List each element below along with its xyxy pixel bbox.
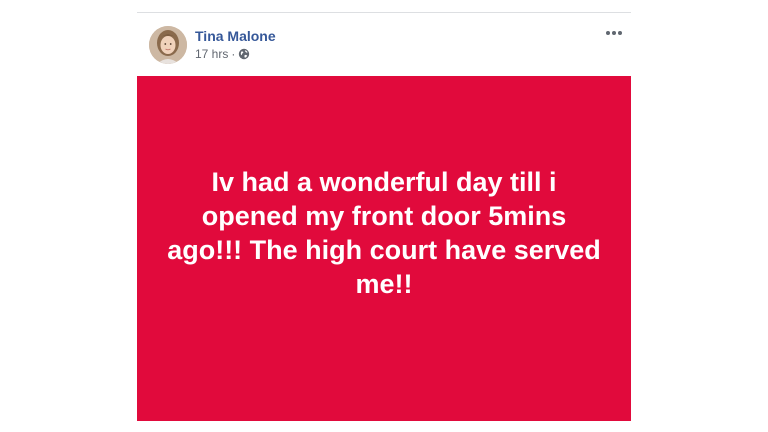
avatar[interactable]	[149, 26, 187, 64]
timestamp-link[interactable]: 17 hrs	[195, 47, 228, 61]
page: Tina Malone 17 hrs · Iv had a wonderful …	[0, 0, 768, 432]
meta-separator: ·	[231, 47, 236, 61]
author-name[interactable]: Tina Malone	[195, 28, 276, 44]
more-options-icon	[606, 31, 622, 35]
facebook-post: Tina Malone 17 hrs · Iv had a wonderful …	[137, 12, 631, 421]
post-header: Tina Malone 17 hrs ·	[137, 13, 631, 75]
post-meta: 17 hrs ·	[195, 47, 250, 61]
status-text: Iv had a wonderful day till i opened my …	[167, 166, 601, 299]
status-background: Iv had a wonderful day till i opened my …	[137, 76, 631, 421]
profile-photo	[149, 26, 187, 64]
more-options-button[interactable]	[603, 25, 625, 41]
globe-icon[interactable]	[238, 48, 250, 60]
